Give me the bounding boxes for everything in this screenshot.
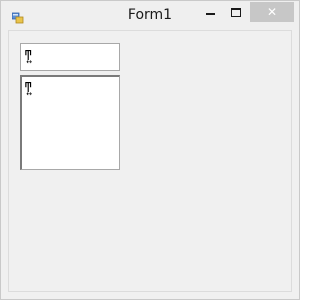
- form-app-icon[interactable]: [11, 9, 24, 24]
- minimize-button[interactable]: [197, 2, 223, 22]
- close-icon: ✕: [266, 5, 278, 19]
- close-button[interactable]: ✕: [250, 2, 294, 22]
- textbox-value: ͳ͍: [24, 49, 33, 64]
- title-bar[interactable]: Form1 ✕: [1, 1, 299, 30]
- maximize-button[interactable]: [223, 2, 249, 22]
- maximize-icon: [231, 7, 241, 17]
- single-line-textbox[interactable]: ͳ͍: [20, 43, 120, 71]
- minimize-icon: [205, 12, 215, 15]
- multiline-textbox[interactable]: ͳ͍: [20, 75, 120, 170]
- multiline-textbox-value: ͳ͍: [24, 81, 33, 96]
